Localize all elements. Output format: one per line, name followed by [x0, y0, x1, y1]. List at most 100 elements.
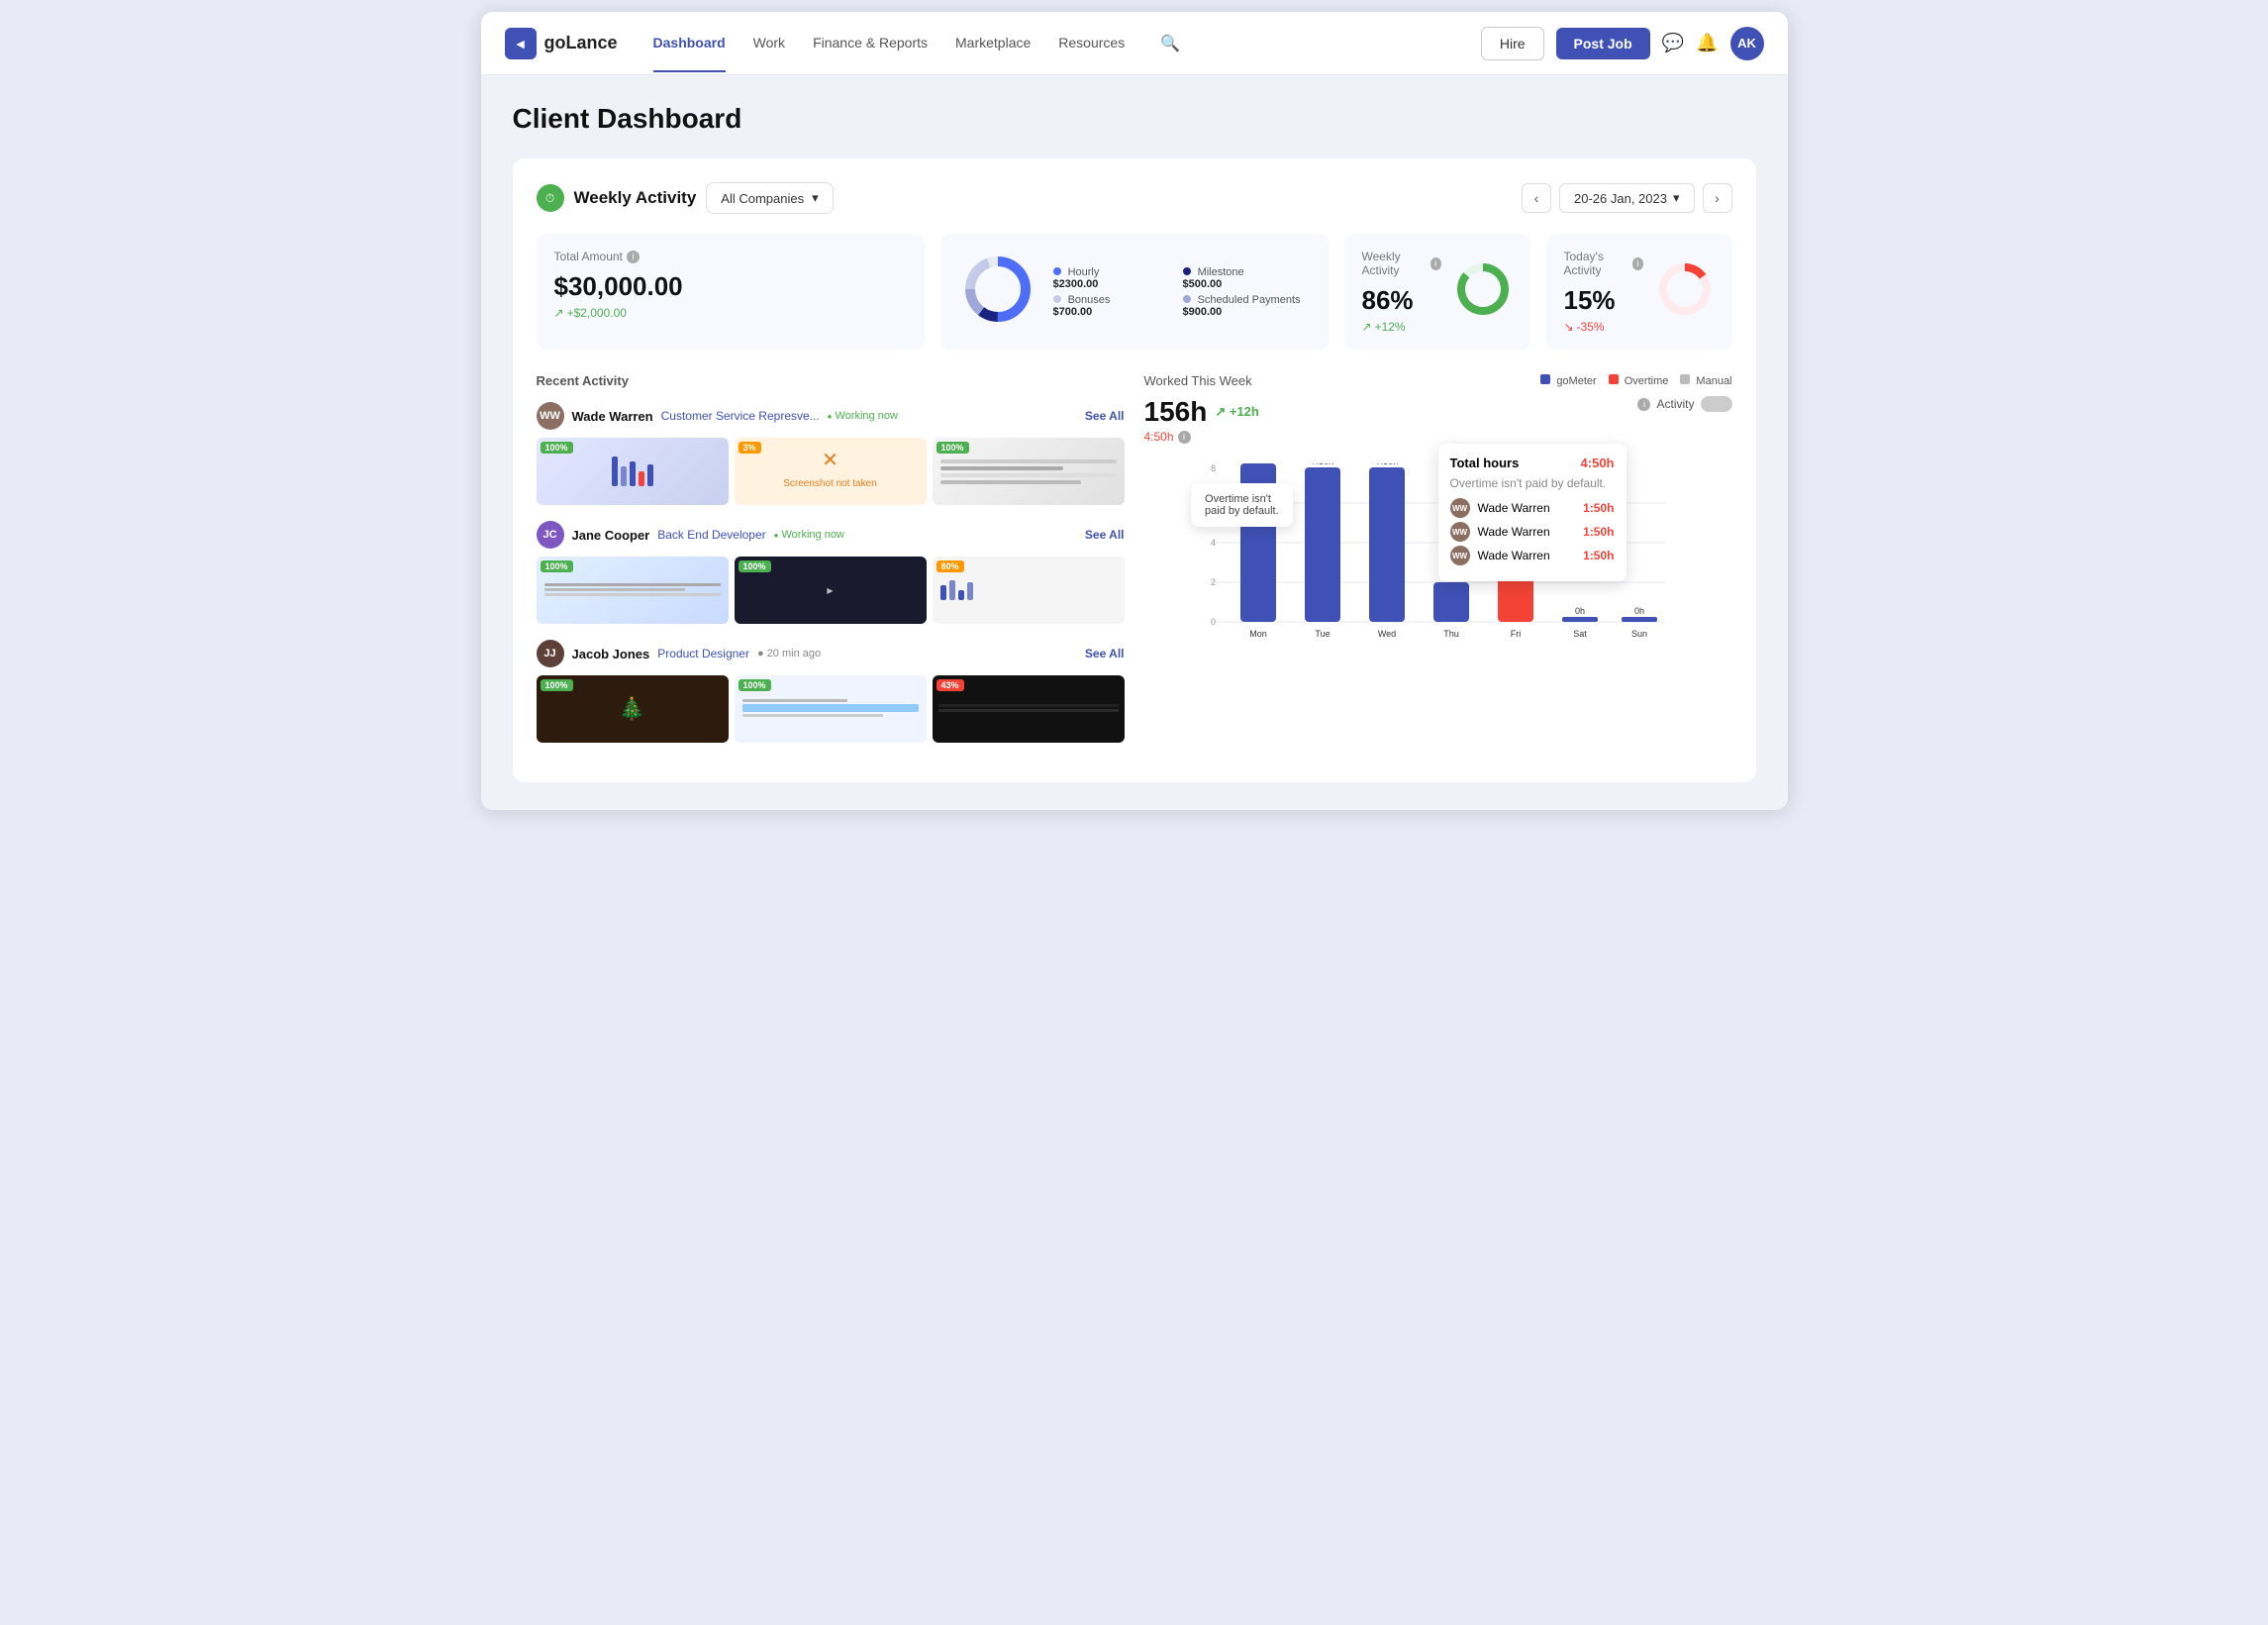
recent-activity-panel: Recent Activity WW Wade Warren Customer …: [537, 373, 1125, 759]
payment-breakdown-card: Hourly $2300.00 Milestone $500.00 Bonuse…: [940, 234, 1329, 350]
screenshot-2-wade[interactable]: 3% ✕ Screenshot not taken: [735, 438, 927, 505]
today-activity-card: Today's Activity i 15% ↘ -35%: [1546, 234, 1732, 350]
screenshot-3-jacob[interactable]: 43%: [933, 675, 1125, 743]
date-range-text: 20-26 Jan, 2023: [1574, 191, 1667, 206]
milestone-dot: [1183, 267, 1191, 275]
badge-2-wade: 3%: [739, 442, 761, 454]
screenshot-1-wade[interactable]: 100%: [537, 438, 729, 505]
legend-manual: Manual: [1680, 374, 1731, 387]
today-info-icon[interactable]: i: [1632, 257, 1643, 270]
tooltip-subtitle: Overtime isn't paid by default.: [1450, 476, 1615, 490]
no-screenshot-text: Screenshot not taken: [777, 472, 883, 495]
legend-hourly: Hourly $2300.00: [1053, 266, 1171, 290]
badge-1-jacob: 100%: [541, 679, 573, 691]
manual-legend-box: [1680, 374, 1690, 384]
bar-chart-area: 0 2 4 6 8 Mon 8h Tue 7:50h: [1144, 463, 1732, 661]
weekly-info-icon[interactable]: i: [1430, 257, 1441, 270]
total-amount-info-icon[interactable]: i: [627, 251, 640, 263]
legend-overtime: Overtime: [1609, 374, 1669, 387]
next-date-button[interactable]: ›: [1703, 183, 1732, 213]
donut-chart-total: [958, 250, 1037, 334]
logo-icon: ◄: [505, 28, 537, 59]
legend-scheduled: Scheduled Payments $900.00: [1183, 294, 1301, 318]
tooltip-avatar-2: WW: [1450, 522, 1470, 542]
sub-hours-display: 4:50h i: [1144, 430, 1259, 444]
person-header-wade: WW Wade Warren Customer Service Represve…: [537, 402, 1125, 430]
screenshots-jane: 100% 100% ▶: [537, 557, 1125, 624]
nav-finance[interactable]: Finance & Reports: [813, 15, 928, 72]
legend-milestone: Milestone $500.00: [1183, 266, 1301, 290]
svg-text:Mon: Mon: [1249, 629, 1267, 639]
svg-text:Tue: Tue: [1315, 629, 1330, 639]
activity-info-icon[interactable]: i: [1637, 398, 1650, 411]
see-all-wade[interactable]: See All: [1085, 409, 1125, 423]
bell-icon[interactable]: 🔔: [1696, 33, 1718, 53]
role-wade: Customer Service Represve...: [661, 409, 820, 423]
activity-toggle-switch[interactable]: [1701, 396, 1732, 412]
tooltip-row-2: WW Wade Warren 1:50h: [1450, 522, 1615, 542]
today-donut-chart: [1655, 259, 1715, 324]
see-all-jacob[interactable]: See All: [1085, 647, 1125, 660]
legend-bonuses: Bonuses $700.00: [1053, 294, 1171, 318]
company-filter-select[interactable]: All Companies ▾: [706, 182, 833, 214]
screenshot-2-jacob[interactable]: 100%: [735, 675, 927, 743]
activity-toggle: i Activity: [1637, 396, 1731, 412]
avatar-jane: JC: [537, 521, 564, 549]
chat-icon[interactable]: 💬: [1662, 33, 1684, 53]
name-jane: Jane Cooper: [572, 528, 650, 543]
sub-hours-info-icon[interactable]: i: [1178, 431, 1191, 444]
prev-date-button[interactable]: ‹: [1522, 183, 1551, 213]
badge-3-jacob: 43%: [937, 679, 964, 691]
screenshot-3-jane[interactable]: 80%: [933, 557, 1125, 624]
svg-text:Sun: Sun: [1630, 629, 1646, 639]
activity-person-jacob: JJ Jacob Jones Product Designer ● 20 min…: [537, 640, 1125, 743]
nav-dashboard[interactable]: Dashboard: [653, 15, 726, 72]
weekly-activity-card: Weekly Activity i 86% ↗ +12%: [1344, 234, 1530, 350]
svg-text:4: 4: [1211, 538, 1216, 548]
nav-links: Dashboard Work Finance & Reports Marketp…: [653, 15, 1457, 72]
hourly-dot: [1053, 267, 1061, 275]
arrow-up-icon: ↗: [1215, 404, 1226, 419]
screenshot-3-wade[interactable]: 100%: [933, 438, 1125, 505]
weekly-pct-change: ↗ +12%: [1362, 320, 1441, 334]
tooltip-time-3: 1:50h: [1583, 549, 1614, 562]
status-jane: Working now: [774, 529, 844, 541]
bottom-section: Recent Activity WW Wade Warren Customer …: [537, 373, 1732, 759]
worked-this-week-panel: Worked This Week goMeter Overtime: [1144, 373, 1732, 759]
screenshot-2-jane[interactable]: 100% ▶: [735, 557, 927, 624]
hire-button[interactable]: Hire: [1481, 27, 1544, 60]
post-job-button[interactable]: Post Job: [1556, 28, 1650, 59]
chart-header: Worked This Week goMeter Overtime: [1144, 373, 1732, 388]
search-icon[interactable]: 🔍: [1160, 34, 1180, 53]
tooltip-name-1: Wade Warren: [1478, 501, 1576, 515]
page-title: Client Dashboard: [513, 103, 1756, 135]
tooltip-row-1: WW Wade Warren 1:50h: [1450, 498, 1615, 518]
total-amount-value: $30,000.00: [554, 271, 907, 302]
svg-text:0h: 0h: [1633, 606, 1643, 616]
badge-3-jane: 80%: [937, 560, 964, 572]
badge-3-wade: 100%: [937, 442, 969, 454]
today-pct-change: ↘ -35%: [1564, 320, 1643, 334]
company-filter-label: All Companies: [721, 191, 804, 206]
total-hours-value: 156h: [1144, 396, 1208, 428]
nav-resources[interactable]: Resources: [1058, 15, 1125, 72]
user-avatar[interactable]: AK: [1730, 27, 1764, 60]
see-all-jane[interactable]: See All: [1085, 528, 1125, 542]
nav-right: Hire Post Job 💬 🔔 AK: [1481, 27, 1764, 60]
badge-1-jane: 100%: [541, 560, 573, 572]
overtime-legend-box: [1609, 374, 1619, 384]
date-range-display[interactable]: 20-26 Jan, 2023 ▾: [1559, 183, 1695, 213]
svg-text:Fri: Fri: [1510, 629, 1521, 639]
weekly-pct-value: 86%: [1362, 285, 1441, 316]
screenshots-wade: 100% 3%: [537, 438, 1125, 505]
screenshot-1-jacob[interactable]: 100% 🎄: [537, 675, 729, 743]
nav-marketplace[interactable]: Marketplace: [955, 15, 1031, 72]
screenshot-1-jane[interactable]: 100%: [537, 557, 729, 624]
tooltip-name-2: Wade Warren: [1478, 525, 1576, 539]
svg-text:0h: 0h: [1574, 606, 1584, 616]
brand-name: goLance: [544, 33, 618, 53]
logo[interactable]: ◄ goLance: [505, 28, 618, 59]
status-wade: Working now: [828, 410, 898, 422]
avatar-jacob: JJ: [537, 640, 564, 667]
nav-work[interactable]: Work: [753, 15, 785, 72]
